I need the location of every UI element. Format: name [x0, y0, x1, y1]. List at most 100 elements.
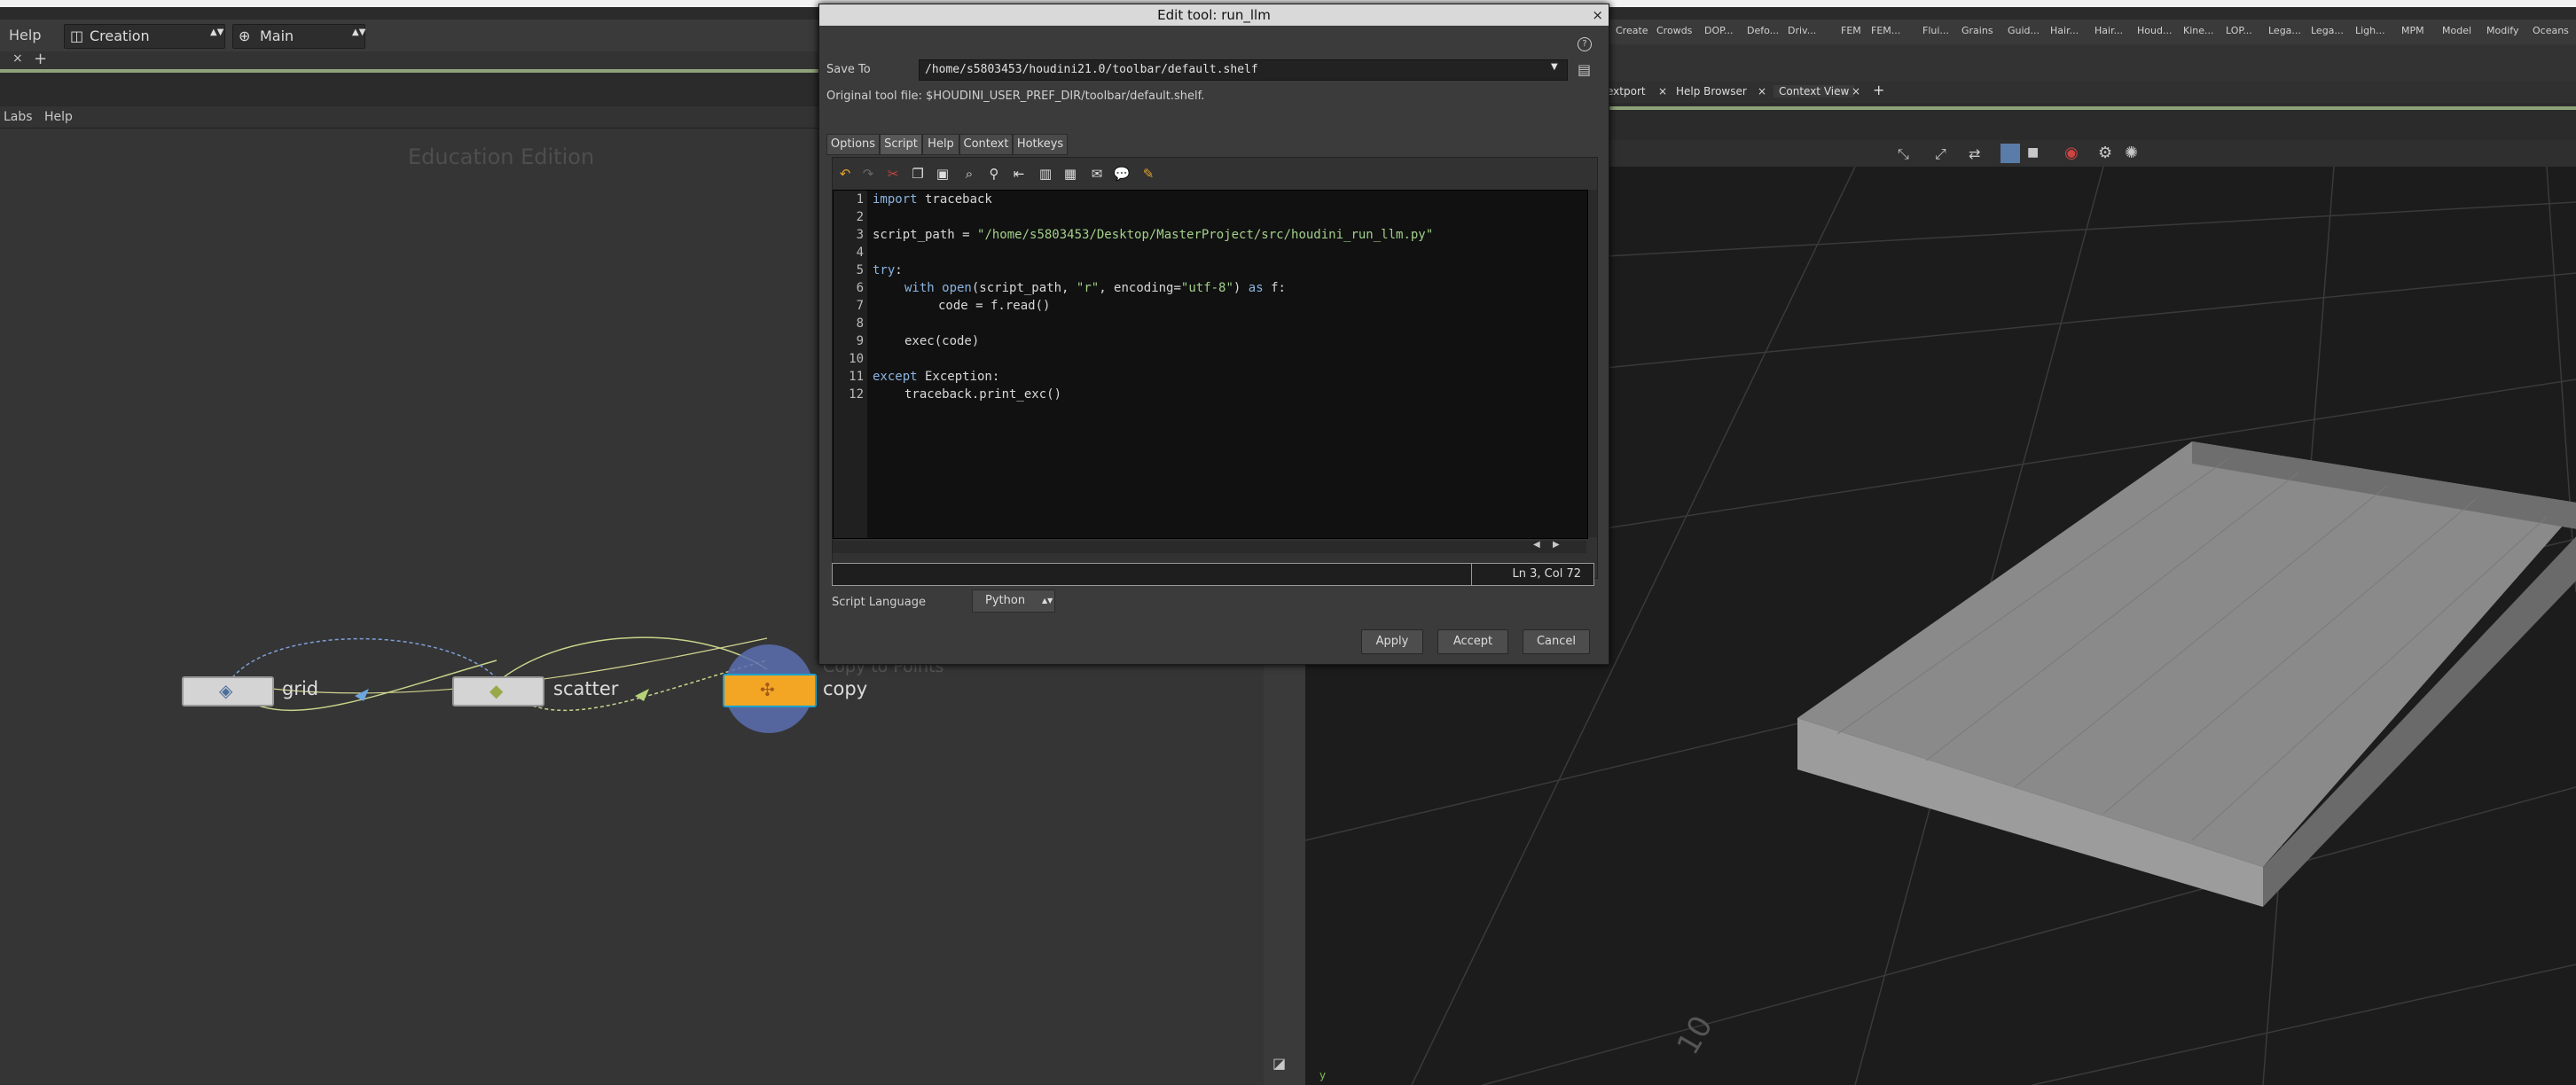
tab-help[interactable]: Help — [922, 134, 959, 155]
shelf-tab[interactable]: Ligh... — [2355, 25, 2385, 36]
save-to-value: /home/s5803453/houdini21.0/toolbar/defau… — [925, 63, 1258, 76]
comment-icon[interactable]: ✉ — [1088, 165, 1106, 183]
script-language-select[interactable]: Python ▲▼ — [972, 589, 1055, 613]
line-number: 5 — [856, 263, 864, 277]
code-line-11: except Exception: — [873, 370, 1000, 384]
shelf-tab[interactable]: Modify — [2486, 25, 2518, 36]
horizontal-scrollbar[interactable]: ◀ ▶ — [833, 540, 1586, 553]
code-line-1: import traceback — [873, 192, 992, 207]
close-icon[interactable]: × — [1852, 85, 1860, 98]
cancel-button[interactable]: Cancel — [1523, 629, 1590, 654]
tab-hotkeys[interactable]: Hotkeys — [1013, 134, 1068, 155]
active-pane-bar — [1605, 106, 2576, 110]
menu-labs[interactable]: Labs — [4, 110, 33, 124]
view-tool-icon[interactable]: ⤢ — [1935, 145, 1946, 163]
shelf-tab[interactable]: Create — [1616, 25, 1648, 36]
shelf-tab[interactable]: FEM — [1841, 25, 1861, 36]
node-copy[interactable]: ✣ — [723, 674, 817, 707]
updown-icon: ▲▼ — [210, 27, 224, 37]
node-grid[interactable]: ◈ — [182, 676, 274, 706]
shelf-tab[interactable]: FEM... — [1871, 25, 1900, 36]
paste-icon[interactable]: ▣ — [934, 165, 951, 183]
shelf-tab[interactable]: MPM — [2401, 25, 2424, 36]
tab-options[interactable]: Options — [826, 134, 880, 155]
line-number: 9 — [856, 334, 864, 348]
shelf-tab[interactable]: DOP... — [1704, 25, 1734, 36]
tab-viewport[interactable]: extport — [1607, 85, 1646, 98]
shelf-tab[interactable]: Oceans — [2533, 25, 2569, 36]
close-icon[interactable]: × — [12, 51, 23, 66]
line-number: 10 — [849, 352, 864, 366]
replace-icon[interactable]: ⚲ — [985, 165, 1003, 183]
shelf-tab[interactable]: Lega... — [2268, 25, 2301, 36]
desktop-selector[interactable]: ◫ Creation ▲▼ — [64, 24, 225, 49]
shelf-tab[interactable]: Hair... — [2050, 25, 2079, 36]
code-editor[interactable]: 1 2 3 4 5 6 7 8 9 10 11 12 import traceb… — [833, 190, 1588, 539]
node-scatter[interactable]: ◆ — [452, 676, 544, 706]
context-selector[interactable]: ⊕ Main ▲▼ — [232, 24, 365, 49]
help-icon[interactable]: ? — [1578, 37, 1592, 51]
accept-button[interactable]: Accept — [1437, 629, 1508, 654]
add-tab-icon[interactable]: + — [34, 50, 47, 68]
camera-icon[interactable]: ⚙ — [2098, 144, 2112, 162]
line-number: 12 — [849, 387, 864, 402]
document-icon[interactable]: ▥ — [1037, 165, 1054, 183]
indent-icon[interactable]: ⇤ — [1010, 165, 1028, 183]
shelf-tab[interactable]: Houd... — [2137, 25, 2172, 36]
status-divider — [1471, 564, 1472, 585]
document-icon[interactable]: ▦ — [1061, 165, 1079, 183]
redo-icon[interactable]: ↷ — [859, 165, 877, 183]
code-line-12: traceback.print_exc() — [904, 387, 1062, 402]
scroll-right-icon[interactable]: ▶ — [1553, 540, 1560, 550]
shelf-tab[interactable]: Driv... — [1788, 25, 1816, 36]
script-panel: ↶ ↷ ✂ ❐ ▣ ⌕ ⚲ ⇤ ▥ ▦ ✉ 💬 ✎ 1 2 3 4 5 6 7 … — [832, 157, 1598, 579]
menu-help[interactable]: Help — [9, 27, 41, 43]
find-icon[interactable]: ⌕ — [960, 165, 978, 183]
updown-icon: ▲▼ — [352, 27, 366, 37]
line-number: 8 — [856, 316, 864, 331]
context-icon: ⊕ — [239, 27, 251, 44]
menu-help[interactable]: Help — [44, 110, 73, 124]
edit-icon[interactable]: ✎ — [1139, 165, 1157, 183]
view-tool-icon[interactable]: ⤡ — [1898, 145, 1909, 163]
shelf-tab[interactable]: Defo... — [1747, 25, 1779, 36]
shelf-tab[interactable]: LOP... — [2226, 25, 2252, 36]
shelf-tab[interactable]: Grains — [1961, 25, 1993, 36]
shelf-tab[interactable]: Guid... — [2008, 25, 2040, 36]
chevron-down-icon[interactable]: ▼ — [1551, 62, 1558, 72]
undo-icon[interactable]: ↶ — [836, 165, 854, 183]
file-chooser-icon[interactable]: ▤ — [1578, 61, 1591, 78]
save-to-field[interactable]: /home/s5803453/houdini21.0/toolbar/defau… — [919, 59, 1568, 81]
tab-context[interactable]: Context — [959, 134, 1013, 155]
display-option-icon[interactable]: ■ — [2027, 145, 2039, 160]
code-line-5: try: — [873, 263, 903, 277]
cut-icon[interactable]: ✂ — [884, 165, 902, 183]
vertical-scrollbar[interactable] — [1588, 190, 1597, 537]
context-label: Main — [260, 27, 294, 44]
shelf-tab[interactable]: Lega... — [2311, 25, 2344, 36]
apply-button[interactable]: Apply — [1361, 629, 1423, 654]
tool-icon[interactable]: ◪ — [1272, 1055, 1286, 1072]
close-icon[interactable]: × — [1592, 4, 1603, 26]
shelf-tab[interactable]: Hair... — [2094, 25, 2123, 36]
add-tab-icon[interactable]: + — [1873, 82, 1884, 98]
shelf-tab[interactable]: Flui... — [1922, 25, 1949, 36]
scroll-left-icon[interactable]: ◀ — [1533, 540, 1540, 550]
copy-icon[interactable]: ❐ — [909, 165, 927, 183]
line-number: 4 — [856, 246, 864, 260]
comment-icon[interactable]: 💬 — [1113, 165, 1131, 183]
shelf-tab[interactable]: Kine... — [2183, 25, 2214, 36]
light-icon[interactable]: ✺ — [2125, 144, 2138, 162]
line-number: 11 — [849, 370, 864, 384]
close-icon[interactable]: × — [1658, 85, 1667, 98]
display-option-icon[interactable] — [2001, 144, 2020, 163]
line-number: 7 — [856, 299, 864, 313]
tab-script[interactable]: Script — [880, 134, 922, 155]
view-tool-icon[interactable]: ⇄ — [1969, 145, 1980, 162]
close-icon[interactable]: × — [1758, 85, 1766, 98]
tab-context-view[interactable]: Context View — [1773, 85, 1855, 98]
record-icon[interactable]: ◉ — [2064, 144, 2079, 162]
shelf-tab[interactable]: Model — [2442, 25, 2471, 36]
shelf-tab[interactable]: Crowds — [1656, 25, 1692, 36]
tab-help-browser[interactable]: Help Browser — [1676, 85, 1747, 98]
